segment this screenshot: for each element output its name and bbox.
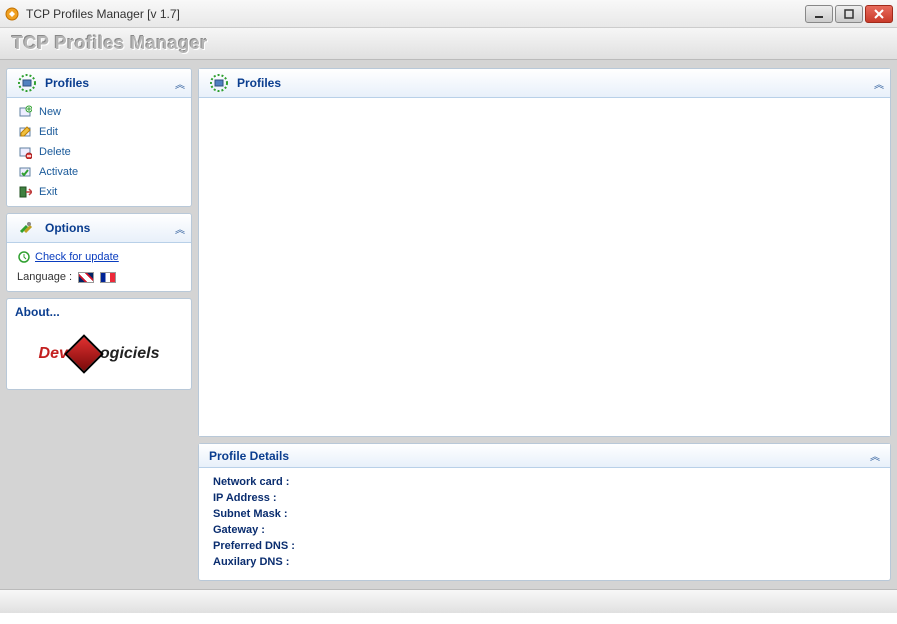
detail-network-card: Network card :	[213, 474, 876, 490]
detail-preferred-dns: Preferred DNS :	[213, 538, 876, 554]
profile-details-title: Profile Details	[209, 449, 870, 463]
flag-uk-icon[interactable]	[78, 272, 94, 283]
sidebar-item-new[interactable]: New	[13, 102, 185, 122]
statusbar	[0, 589, 897, 613]
profile-details-body: Network card : IP Address : Subnet Mask …	[199, 468, 890, 580]
sidebar-profiles-body: New Edit Delete Activate Exit	[7, 98, 191, 206]
app-icon	[4, 6, 20, 22]
sidebar-options-header[interactable]: Options ︽	[7, 214, 191, 243]
edit-icon	[17, 124, 33, 140]
sidebar-item-label: Activate	[39, 166, 78, 178]
chevron-up-icon: ︽	[175, 76, 185, 91]
language-label: Language :	[17, 271, 72, 283]
options-icon	[13, 217, 41, 239]
check-update-link[interactable]: Check for update	[35, 251, 119, 263]
header-title: TCP Profiles Manager	[12, 33, 208, 54]
delete-icon	[17, 144, 33, 160]
profiles-icon	[205, 72, 233, 94]
sidebar-options-panel: Options ︽ Check for update Language :	[6, 213, 192, 292]
sidebar-profiles-title: Profiles	[45, 76, 175, 90]
main-profiles-panel: Profiles ︽	[198, 68, 891, 437]
sidebar-about-panel: About... Dev ogiciels	[6, 298, 192, 390]
header: TCP Profiles Manager	[0, 28, 897, 60]
sidebar-item-label: Delete	[39, 146, 71, 158]
logo-text-ogiciels: ogiciels	[100, 345, 160, 363]
chevron-up-icon: ︽	[175, 221, 185, 236]
window-title: TCP Profiles Manager [v 1.7]	[26, 7, 805, 21]
main-area: Profiles ︽ Profile Details ︽ Network car…	[198, 68, 891, 581]
profile-details-header[interactable]: Profile Details ︽	[199, 444, 890, 468]
sidebar-item-label: Exit	[39, 186, 57, 198]
sidebar: Profiles ︽ New Edit Delete Acti	[6, 68, 192, 581]
main-profiles-title: Profiles	[237, 76, 874, 90]
detail-subnet-mask: Subnet Mask :	[213, 506, 876, 522]
maximize-button[interactable]	[835, 5, 863, 23]
sidebar-item-label: New	[39, 106, 61, 118]
sidebar-profiles-panel: Profiles ︽ New Edit Delete Acti	[6, 68, 192, 207]
titlebar: TCP Profiles Manager [v 1.7]	[0, 0, 897, 28]
language-row: Language :	[13, 267, 185, 287]
minimize-button[interactable]	[805, 5, 833, 23]
sidebar-options-title: Options	[45, 221, 175, 235]
new-icon	[17, 104, 33, 120]
profile-details-panel: Profile Details ︽ Network card : IP Addr…	[198, 443, 891, 581]
about-logo[interactable]: Dev ogiciels	[15, 325, 183, 383]
check-update-row: Check for update	[13, 247, 185, 267]
chevron-up-icon: ︽	[870, 448, 880, 463]
detail-auxiliary-dns: Auxilary DNS :	[213, 554, 876, 570]
client-area: Profiles ︽ New Edit Delete Acti	[0, 60, 897, 589]
sidebar-item-edit[interactable]: Edit	[13, 122, 185, 142]
detail-ip-address: IP Address :	[213, 490, 876, 506]
close-button[interactable]	[865, 5, 893, 23]
main-profiles-body	[199, 98, 890, 436]
sidebar-profiles-header[interactable]: Profiles ︽	[7, 69, 191, 98]
chevron-up-icon: ︽	[874, 76, 884, 91]
profiles-icon	[13, 72, 41, 94]
sidebar-item-exit[interactable]: Exit	[13, 182, 185, 202]
sidebar-item-label: Edit	[39, 126, 58, 138]
window-controls	[805, 5, 893, 23]
update-icon	[17, 250, 31, 264]
sidebar-item-activate[interactable]: Activate	[13, 162, 185, 182]
main-profiles-header[interactable]: Profiles ︽	[199, 69, 890, 98]
sidebar-options-body: Check for update Language :	[7, 243, 191, 291]
about-title: About...	[15, 305, 183, 319]
activate-icon	[17, 164, 33, 180]
logo-shape-icon	[64, 334, 104, 374]
exit-icon	[17, 184, 33, 200]
flag-fr-icon[interactable]	[100, 272, 116, 283]
sidebar-item-delete[interactable]: Delete	[13, 142, 185, 162]
detail-gateway: Gateway :	[213, 522, 876, 538]
